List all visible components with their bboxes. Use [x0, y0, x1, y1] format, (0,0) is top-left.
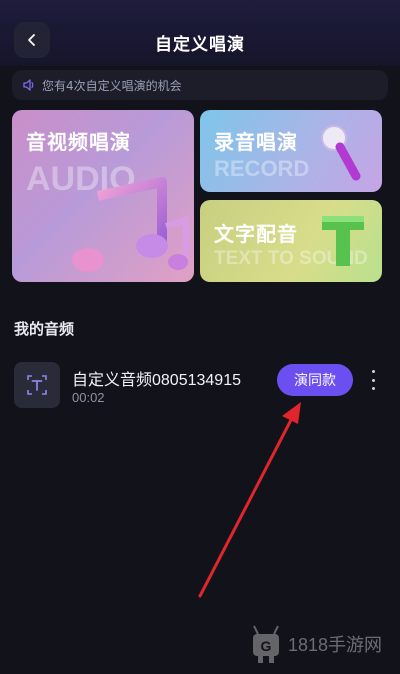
- svg-text:G: G: [261, 638, 272, 654]
- top-bar: 自定义唱演: [0, 0, 400, 66]
- audio-video-performance-card[interactable]: 音视频唱演 AUDIO: [12, 110, 194, 282]
- perform-same-button[interactable]: 演同款: [277, 364, 353, 396]
- letter-t-icon: [322, 216, 364, 266]
- audio-thumbnail: [14, 362, 60, 408]
- card-title-record: 录音唱演: [214, 130, 298, 154]
- card-title-audio: 音视频唱演: [26, 130, 131, 154]
- robot-logo-icon: G: [253, 625, 279, 663]
- notice-banner: 您有4次自定义唱演的机会: [12, 70, 388, 100]
- music-note-icon: [72, 177, 189, 272]
- more-vertical-icon[interactable]: [366, 370, 380, 390]
- text-dubbing-card[interactable]: 文字配音 TEXT TO SOUND: [200, 200, 382, 282]
- text-t-icon: [27, 375, 47, 395]
- card-title-text: 文字配音: [214, 222, 298, 246]
- card-subtitle-record: RECORD: [214, 156, 310, 181]
- record-performance-card[interactable]: 录音唱演 RECORD: [200, 110, 382, 192]
- list-item[interactable]: 自定义音频0805134915 00:02 演同款: [14, 360, 386, 412]
- watermark-text: 1818手游网: [288, 635, 383, 655]
- speaker-icon: [23, 79, 34, 91]
- audio-name: 自定义音频0805134915: [72, 372, 241, 389]
- page-title: 自定义唱演: [155, 35, 245, 55]
- microphone-icon: [321, 125, 361, 181]
- watermark: G 1818手游网: [250, 620, 400, 668]
- notice-text: 您有4次自定义唱演的机会: [42, 78, 182, 93]
- audio-duration: 00:02: [72, 390, 105, 405]
- my-audio-section-title: 我的音频: [14, 320, 75, 338]
